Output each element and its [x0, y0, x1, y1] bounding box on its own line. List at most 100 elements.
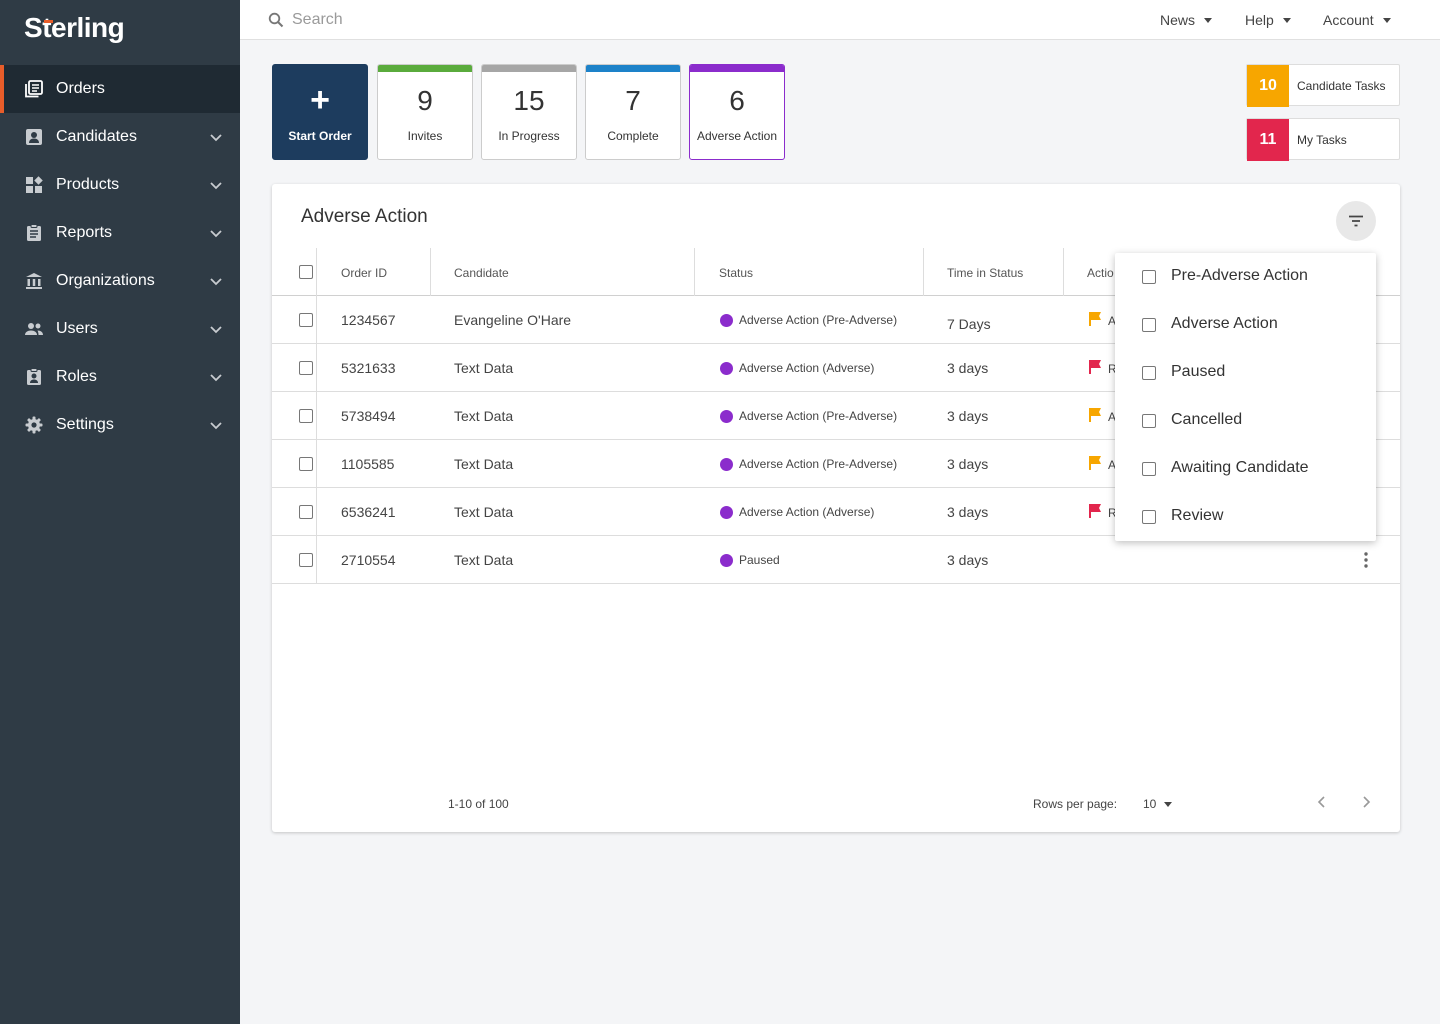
search-input[interactable] [292, 6, 792, 34]
status-filter-menu: Pre-Adverse Action Adverse Action Paused… [1115, 253, 1376, 541]
sidebar-item-users[interactable]: Users [0, 305, 240, 353]
in-progress-tile[interactable]: 15 In Progress [481, 64, 577, 160]
tile-count: 6 [729, 85, 745, 116]
start-order-label: Start Order [288, 129, 352, 143]
start-order-button[interactable]: + Start Order [272, 64, 368, 160]
adverse-action-tile[interactable]: 6 Adverse Action [689, 64, 785, 160]
row-checkbox[interactable] [299, 505, 313, 519]
filter-option-label: Awaiting Candidate [1171, 459, 1309, 476]
news-menu[interactable]: News [1160, 0, 1213, 40]
account-label: Account [1323, 12, 1374, 28]
organizations-icon [24, 271, 44, 291]
tile-label: In Progress [498, 129, 560, 143]
chevron-left-icon[interactable] [1314, 794, 1330, 810]
chevron-down-icon [210, 182, 222, 190]
column-divider [923, 248, 924, 296]
status-dot [720, 457, 733, 471]
caret-down-icon [1382, 17, 1391, 23]
chevron-down-icon [210, 278, 222, 286]
rows-per-page-select[interactable]: 10 [1143, 797, 1173, 811]
status-text: Adverse Action (Adverse) [739, 505, 875, 519]
sidebar-item-orders[interactable]: Orders [0, 65, 240, 113]
roles-icon [24, 367, 44, 387]
filter-checkbox[interactable] [1142, 270, 1156, 284]
table-row[interactable]: 2710554 Text Data Paused 3 days [272, 536, 1400, 584]
chevron-right-icon[interactable] [1358, 794, 1374, 810]
candidate-tasks-button[interactable]: 10 Candidate Tasks [1246, 64, 1400, 107]
top-bar: News Help Account [240, 0, 1440, 40]
select-all-checkbox[interactable] [299, 265, 313, 279]
column-header-candidate[interactable]: Candidate [454, 266, 509, 280]
sidebar-item-label: Organizations [56, 272, 155, 289]
filter-option-adverse-action[interactable]: Adverse Action [1115, 301, 1376, 349]
search-icon [268, 12, 284, 28]
filter-option-cancelled[interactable]: Cancelled [1115, 397, 1376, 445]
status-cell: Adverse Action (Pre-Adverse) [720, 409, 897, 423]
filter-option-awaiting-candidate[interactable]: Awaiting Candidate [1115, 445, 1376, 493]
filter-icon [1349, 215, 1363, 227]
time-cell: 3 days [947, 360, 989, 376]
tile-count: 7 [625, 85, 641, 116]
row-checkbox[interactable] [299, 409, 313, 423]
rows-per-page-label: Rows per page: [1033, 797, 1118, 811]
flag-icon [1089, 360, 1101, 374]
card-title: Adverse Action [301, 206, 428, 227]
more-vert-icon[interactable] [1358, 550, 1374, 570]
order-id-cell: 5321633 [341, 360, 396, 376]
status-text: Adverse Action (Pre-Adverse) [739, 409, 898, 423]
filter-checkbox[interactable] [1142, 510, 1156, 524]
account-menu[interactable]: Account [1323, 0, 1391, 40]
status-cell: Adverse Action (Adverse) [720, 361, 874, 375]
sidebar-item-label: Orders [56, 80, 105, 97]
filter-option-pre-adverse-action[interactable]: Pre-Adverse Action [1115, 253, 1376, 301]
row-checkbox[interactable] [299, 313, 313, 327]
flag-icon [1089, 312, 1101, 326]
tile-label: Complete [607, 129, 659, 143]
column-header-time-in-status[interactable]: Time in Status [947, 266, 1023, 280]
filter-checkbox[interactable] [1142, 366, 1156, 380]
logo-accent: t [42, 12, 53, 43]
filter-option-label: Paused [1171, 363, 1226, 380]
row-checkbox[interactable] [299, 361, 313, 375]
row-checkbox[interactable] [299, 553, 313, 567]
order-id-cell: 1105585 [341, 456, 395, 472]
complete-tile[interactable]: 7 Complete [585, 64, 681, 160]
column-header-action[interactable]: Actio [1087, 266, 1114, 280]
column-header-order-id[interactable]: Order ID [341, 266, 387, 280]
status-dot [720, 313, 733, 327]
sidebar-item-label: Settings [56, 416, 114, 433]
filter-checkbox[interactable] [1142, 462, 1156, 476]
task-label: My Tasks [1297, 133, 1347, 147]
help-label: Help [1245, 12, 1274, 28]
help-menu[interactable]: Help [1245, 0, 1291, 40]
products-icon [24, 175, 44, 195]
logo-part: erling [51, 12, 125, 43]
orders-icon [24, 79, 44, 99]
filter-option-paused[interactable]: Paused [1115, 349, 1376, 397]
tile-count: 9 [417, 85, 433, 116]
sidebar-item-roles[interactable]: Roles [0, 353, 240, 401]
invites-tile[interactable]: 9 Invites [377, 64, 473, 160]
sidebar-item-products[interactable]: Products [0, 161, 240, 209]
row-checkbox[interactable] [299, 457, 313, 471]
time-cell: 3 days [947, 552, 989, 568]
tile-accent-bar [690, 65, 784, 72]
my-tasks-button[interactable]: 11 My Tasks [1246, 118, 1400, 161]
sidebar-item-organizations[interactable]: Organizations [0, 257, 240, 305]
users-icon [24, 319, 44, 339]
sterling-logo[interactable]: Sterling [24, 12, 125, 44]
sidebar-item-reports[interactable]: Reports [0, 209, 240, 257]
sidebar-item-candidates[interactable]: Candidates [0, 113, 240, 161]
filter-option-review[interactable]: Review [1115, 493, 1376, 541]
plus-icon: + [310, 81, 330, 119]
filter-button[interactable] [1336, 201, 1376, 241]
sidebar-item-settings[interactable]: Settings [0, 401, 240, 449]
filter-checkbox[interactable] [1142, 318, 1156, 332]
column-divider [316, 536, 317, 584]
column-divider [1063, 248, 1064, 296]
candidate-cell: Evangeline O'Hare [454, 312, 572, 328]
filter-checkbox[interactable] [1142, 414, 1156, 428]
column-header-status[interactable]: Status [719, 266, 753, 280]
tile-label: Invites [407, 129, 443, 143]
candidates-icon [24, 127, 44, 147]
